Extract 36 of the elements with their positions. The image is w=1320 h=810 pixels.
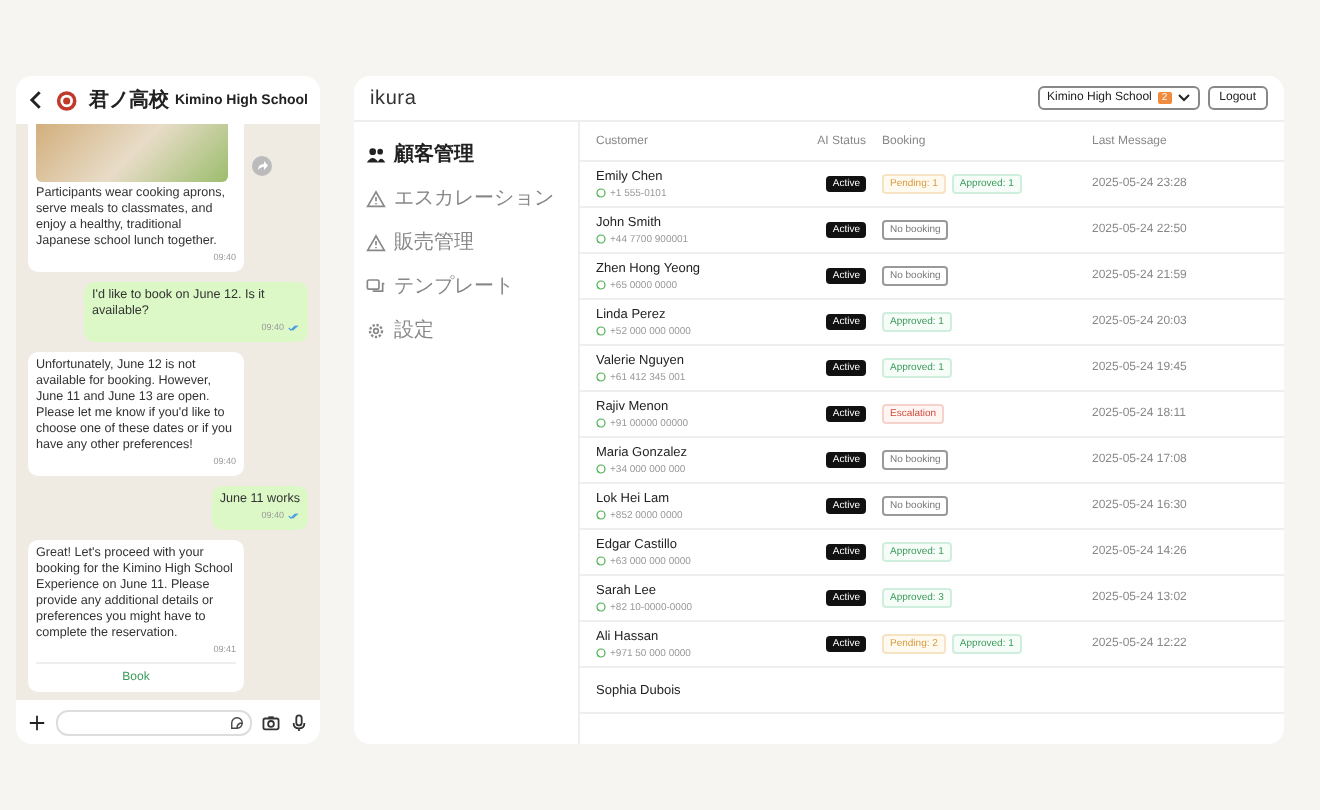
sidebar-label: 顧客管理 bbox=[394, 140, 474, 168]
microphone-icon[interactable] bbox=[290, 713, 308, 731]
camera-icon[interactable] bbox=[262, 713, 280, 731]
chat-icon bbox=[366, 277, 386, 295]
sidebar-item[interactable]: 顧客管理 bbox=[354, 134, 578, 174]
sidebar-item[interactable]: エスカレーション bbox=[354, 178, 578, 218]
message-input[interactable] bbox=[56, 709, 252, 735]
sidebar-label: 設定 bbox=[394, 317, 434, 344]
sidebar-label: テンプレート bbox=[394, 273, 514, 300]
whatsapp-icon bbox=[596, 556, 606, 566]
sidebar-item[interactable]: テンプレート bbox=[354, 266, 578, 306]
app-logo: ikura bbox=[370, 87, 417, 109]
school-emblem-icon bbox=[55, 89, 77, 111]
whatsapp-icon bbox=[596, 280, 606, 290]
sidebar-label: 販売管理 bbox=[394, 229, 474, 256]
whatsapp-icon bbox=[596, 372, 606, 382]
plus-icon[interactable] bbox=[28, 713, 46, 731]
whatsapp-icon bbox=[596, 188, 606, 198]
sticker-icon[interactable] bbox=[230, 715, 244, 729]
whatsapp-icon bbox=[596, 326, 606, 336]
back-icon[interactable] bbox=[28, 90, 44, 110]
whatsapp-icon bbox=[596, 648, 606, 658]
whatsapp-icon bbox=[596, 234, 606, 244]
warning-icon bbox=[366, 189, 386, 207]
whatsapp-icon bbox=[596, 464, 606, 474]
whatsapp-icon bbox=[596, 602, 606, 612]
whatsapp-icon bbox=[596, 510, 606, 520]
chat-title-japanese: 君ノ高校 bbox=[89, 86, 169, 114]
sidebar-label: エスカレーション bbox=[394, 186, 554, 212]
people-icon bbox=[366, 145, 386, 163]
warning-icon bbox=[366, 233, 386, 251]
sidebar-item[interactable]: 設定 bbox=[354, 310, 578, 350]
sidebar-item[interactable]: 販売管理 bbox=[354, 222, 578, 262]
whatsapp-icon bbox=[596, 418, 606, 428]
caret-icon bbox=[1177, 94, 1190, 102]
settings-icon bbox=[366, 321, 386, 339]
